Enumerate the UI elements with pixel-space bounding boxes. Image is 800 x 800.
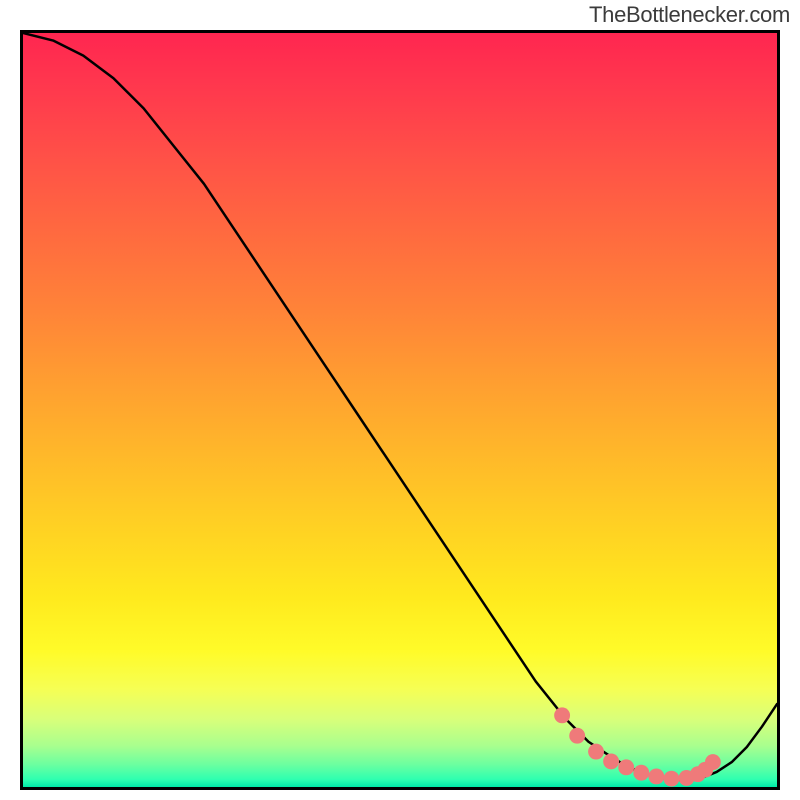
bottleneck-gradient-background	[23, 33, 777, 787]
watermark-text: TheBottlenecker.com	[589, 2, 790, 28]
plot-area	[20, 30, 780, 790]
chart-container: TheBottlenecker.com	[0, 0, 800, 800]
